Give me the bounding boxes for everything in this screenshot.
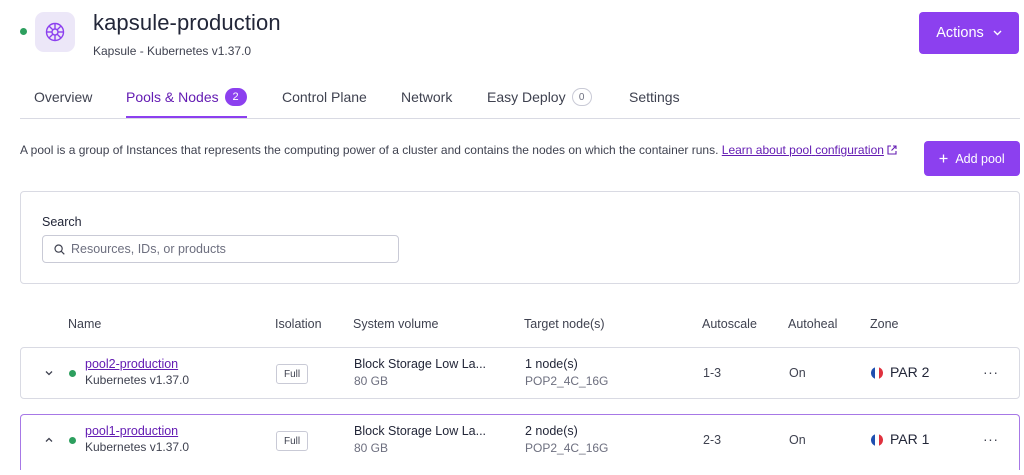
plus-icon	[939, 154, 948, 163]
pool-version: Kubernetes v1.37.0	[85, 440, 190, 454]
pool-status-dot	[69, 437, 76, 444]
search-label: Search	[42, 215, 82, 229]
add-pool-button[interactable]: Add pool	[924, 141, 1020, 176]
actions-button[interactable]: Actions	[919, 12, 1019, 54]
tab-control-plane[interactable]: Control Plane	[282, 89, 367, 118]
tab-label: Overview	[34, 89, 93, 105]
search-icon	[54, 243, 65, 255]
tab-network[interactable]: Network	[401, 89, 452, 118]
pool-status-dot	[69, 370, 76, 377]
kubernetes-helm-icon	[35, 12, 75, 52]
more-options-button[interactable]: ···	[983, 364, 999, 380]
autoheal-value: On	[789, 366, 806, 380]
more-options-button[interactable]: ···	[983, 431, 999, 447]
column-header-target-nodes: Target node(s)	[524, 317, 605, 331]
autoscale-value: 1-3	[703, 366, 722, 380]
tab-pools-nodes[interactable]: Pools & Nodes 2	[126, 88, 247, 118]
pool-description: A pool is a group of Instances that repr…	[20, 141, 910, 159]
tab-label: Control Plane	[282, 89, 367, 105]
tab-label: Easy Deploy	[487, 89, 566, 105]
node-type: POP2_4C_16G	[525, 374, 609, 388]
search-input[interactable]	[71, 242, 371, 256]
zone-value: PAR 2	[890, 364, 930, 380]
system-volume-size: 80 GB	[354, 374, 389, 388]
column-header-autoheal: Autoheal	[788, 317, 838, 331]
pool-name-link[interactable]: pool2-production	[85, 357, 178, 371]
column-header-isolation: Isolation	[275, 317, 322, 331]
tab-easy-deploy[interactable]: Easy Deploy 0	[487, 88, 592, 118]
column-header-system-volume: System volume	[353, 317, 439, 331]
autoheal-value: On	[789, 433, 806, 447]
target-node-count: 1 node(s)	[525, 357, 578, 371]
isolation-tag: Full	[276, 431, 309, 451]
actions-button-label: Actions	[936, 25, 984, 41]
chevron-down-icon[interactable]	[43, 367, 55, 379]
cluster-status-dot	[20, 28, 27, 35]
autoscale-value: 2-3	[703, 433, 722, 447]
description-text: A pool is a group of Instances that repr…	[20, 143, 719, 157]
tab-settings[interactable]: Settings	[629, 89, 680, 118]
tab-label: Network	[401, 89, 453, 105]
tab-label: Settings	[629, 89, 680, 105]
external-link-icon	[887, 145, 897, 155]
isolation-tag: Full	[276, 364, 309, 384]
node-type: POP2_4C_16G	[525, 441, 609, 455]
search-field[interactable]	[42, 235, 399, 263]
zone-value: PAR 1	[890, 431, 930, 447]
learn-pool-config-link[interactable]: Learn about pool configuration	[722, 143, 884, 157]
system-volume-name: Block Storage Low La...	[354, 357, 487, 371]
page-title: kapsule-production	[93, 10, 281, 35]
chevron-up-icon[interactable]	[43, 434, 55, 446]
table-row[interactable]: pool2-production Kubernetes v1.37.0 Full…	[20, 347, 1020, 399]
france-flag-icon	[871, 434, 883, 446]
cluster-subtitle: Kapsule - Kubernetes v1.37.0	[93, 44, 252, 58]
table-row[interactable]: pool1-production Kubernetes v1.37.0 Full…	[20, 414, 1020, 470]
target-node-count: 2 node(s)	[525, 424, 578, 438]
pool-version: Kubernetes v1.37.0	[85, 373, 190, 387]
tab-overview[interactable]: Overview	[34, 89, 92, 118]
system-volume-size: 80 GB	[354, 441, 389, 455]
pools-count-badge: 2	[224, 88, 247, 106]
easy-deploy-count-badge: 0	[571, 88, 592, 106]
chevron-down-icon	[993, 30, 1002, 36]
tab-label: Pools & Nodes	[126, 89, 219, 105]
france-flag-icon	[871, 367, 883, 379]
tab-bar: Overview Pools & Nodes 2 Control Plane N…	[20, 85, 1020, 119]
pool-name-link[interactable]: pool1-production	[85, 424, 178, 438]
column-header-zone: Zone	[870, 317, 899, 331]
add-pool-label: Add pool	[955, 151, 1005, 166]
search-card: Search	[20, 191, 1020, 284]
column-header-autoscale: Autoscale	[702, 317, 757, 331]
system-volume-name: Block Storage Low La...	[354, 424, 487, 438]
column-header-name: Name	[68, 317, 102, 331]
